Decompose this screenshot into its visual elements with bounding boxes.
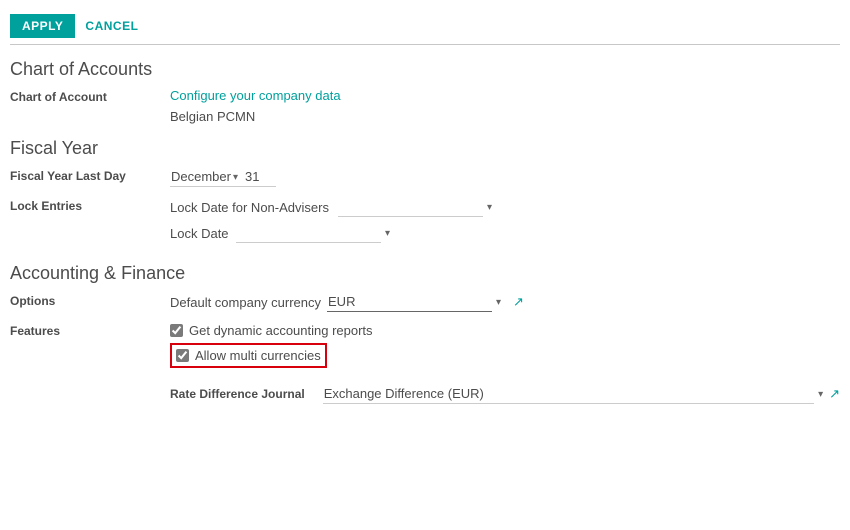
row-rate-diff-journal: Rate Difference Journal ▾ ↗ [170, 384, 840, 404]
row-features: Features Get dynamic accounting reports … [10, 322, 840, 404]
apply-button[interactable]: APPLY [10, 14, 75, 38]
label-rate-diff-journal: Rate Difference Journal [170, 387, 323, 401]
section-title-fiscal: Fiscal Year [10, 138, 840, 159]
external-link-icon[interactable]: ↗ [513, 294, 524, 310]
default-currency-select[interactable] [327, 292, 492, 312]
caret-icon[interactable]: ▾ [385, 228, 390, 239]
row-fiscal-last-day: Fiscal Year Last Day ▾ [10, 167, 840, 193]
label-lock-entries: Lock Entries [10, 197, 170, 213]
configure-company-link[interactable]: Configure your company data [170, 88, 840, 103]
caret-icon[interactable]: ▾ [233, 172, 238, 183]
label-lock-date: Lock Date [170, 226, 230, 241]
dynamic-reports-label: Get dynamic accounting reports [189, 323, 373, 338]
external-link-icon[interactable]: ↗ [829, 386, 840, 402]
dynamic-reports-checkbox[interactable] [170, 324, 183, 337]
row-chart-of-account: Chart of Account Configure your company … [10, 88, 840, 124]
row-lock-entries: Lock Entries Lock Date for Non-Advisers … [10, 197, 840, 249]
lock-date-input[interactable] [236, 223, 381, 243]
label-lock-non-advisers: Lock Date for Non-Advisers [170, 200, 332, 215]
caret-icon[interactable]: ▾ [496, 297, 501, 308]
chart-of-account-value: Belgian PCMN [170, 109, 840, 124]
feature-multi-currencies-line: Allow multi currencies [176, 347, 321, 364]
caret-icon[interactable]: ▾ [818, 389, 823, 400]
section-title-chart: Chart of Accounts [10, 59, 840, 80]
label-options: Options [10, 292, 170, 308]
label-fiscal-last-day: Fiscal Year Last Day [10, 167, 170, 183]
section-title-accounting: Accounting & Finance [10, 263, 840, 284]
row-options: Options Default company currency ▾ ↗ [10, 292, 840, 318]
label-default-currency: Default company currency [170, 295, 321, 310]
label-chart-of-account: Chart of Account [10, 88, 170, 104]
lock-non-advisers-input[interactable] [338, 197, 483, 217]
cancel-button[interactable]: CANCEL [85, 19, 138, 33]
rate-diff-journal-select[interactable] [323, 384, 814, 404]
multi-currencies-highlight: Allow multi currencies [170, 343, 327, 368]
label-features: Features [10, 322, 170, 338]
multi-currencies-label: Allow multi currencies [195, 348, 321, 363]
topbar: APPLY CANCEL [10, 10, 840, 45]
feature-dynamic-reports-line: Get dynamic accounting reports [170, 322, 840, 339]
fiscal-day-input[interactable] [244, 167, 276, 187]
multi-currencies-checkbox[interactable] [176, 349, 189, 362]
caret-icon[interactable]: ▾ [487, 202, 492, 213]
